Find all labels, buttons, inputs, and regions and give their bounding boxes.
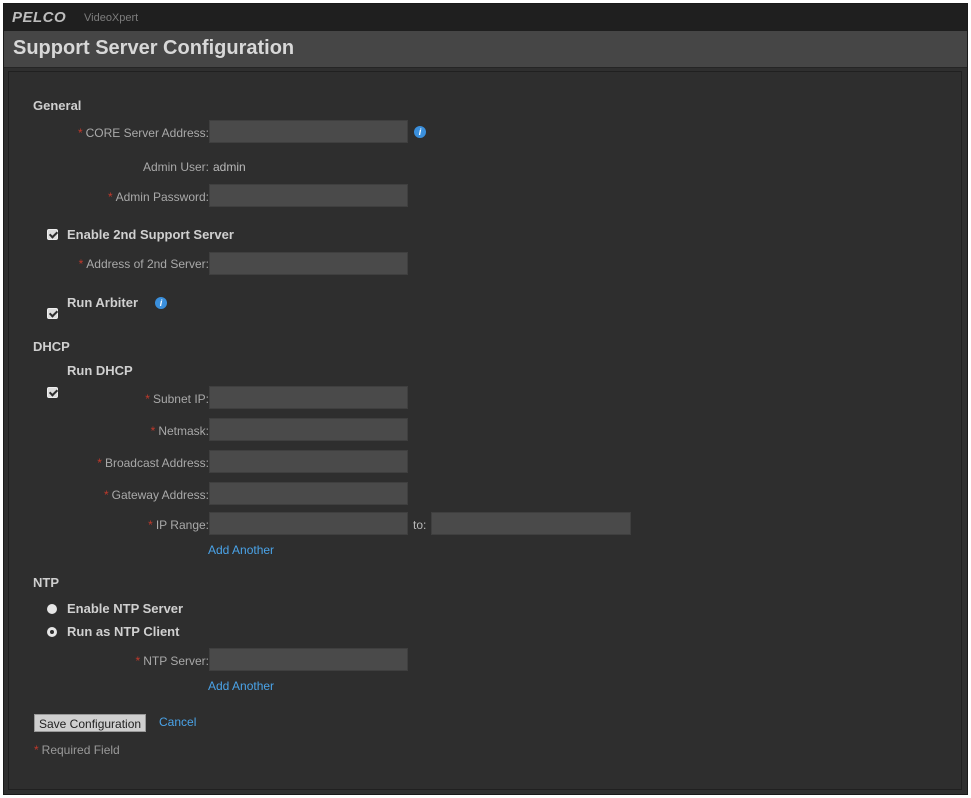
netmask-input[interactable] — [209, 418, 408, 441]
run-dhcp-label: Run DHCP — [67, 363, 133, 378]
subnet-ip-label: * Subnet IP: — [145, 392, 209, 406]
run-ntp-client-label: Run as NTP Client — [67, 624, 180, 639]
enable-ntp-server-label: Enable NTP Server — [67, 601, 184, 616]
enable-ntp-server-radio[interactable] — [47, 604, 57, 614]
top-bar: PELCO VideoXpert — [4, 4, 967, 31]
section-dhcp-heading: DHCP — [33, 339, 70, 354]
section-ntp-heading: NTP — [33, 575, 59, 590]
ip-range-label: * IP Range: — [148, 518, 209, 532]
required-field-note: * Required Field — [34, 743, 120, 757]
address-2nd-server-input[interactable] — [209, 252, 408, 275]
config-form: General * CORE Server Address: i Admin Us… — [8, 71, 962, 790]
gateway-address-label: * Gateway Address: — [103, 488, 209, 502]
ntp-server-label: * NTP Server: — [135, 654, 209, 668]
info-icon[interactable]: i — [155, 297, 167, 309]
info-icon[interactable]: i — [414, 126, 426, 138]
run-ntp-client-radio[interactable] — [47, 627, 57, 637]
admin-user-label: Admin User: — [142, 160, 209, 174]
ntp-server-input[interactable] — [209, 648, 408, 671]
subnet-ip-input[interactable] — [209, 386, 408, 409]
ip-range-start-input[interactable] — [209, 512, 408, 535]
netmask-label: * Netmask: — [150, 424, 209, 438]
core-server-address-input[interactable] — [209, 120, 408, 143]
run-arbiter-checkbox[interactable] — [47, 308, 58, 319]
enable-2nd-server-checkbox[interactable] — [47, 229, 58, 240]
admin-user-value: admin — [213, 160, 246, 174]
page-title: Support Server Configuration — [13, 37, 295, 59]
run-arbiter-label: Run Arbiter — [67, 295, 139, 310]
broadcast-address-label: * Broadcast Address: — [97, 456, 209, 470]
admin-password-label: * Admin Password: — [107, 190, 209, 204]
core-server-address-label: * CORE Server Address: — [77, 126, 209, 140]
ip-range-to-label: to: — [413, 518, 427, 532]
pelco-logo: PELCO — [12, 9, 67, 26]
ntp-add-another-link[interactable]: Add Another — [208, 679, 274, 693]
address-2nd-server-label: * Address of 2nd Server: — [78, 257, 209, 271]
app-window: PELCO VideoXpert Support Server Configur… — [3, 3, 968, 795]
ip-range-end-input[interactable] — [431, 512, 631, 535]
enable-2nd-server-label: Enable 2nd Support Server — [67, 227, 234, 242]
title-bar: Support Server Configuration — [4, 31, 967, 68]
admin-password-input[interactable] — [209, 184, 408, 207]
app-name: VideoXpert — [84, 12, 139, 24]
section-general-heading: General — [33, 98, 82, 113]
gateway-address-input[interactable] — [209, 482, 408, 505]
cancel-link[interactable]: Cancel — [159, 715, 196, 729]
broadcast-address-input[interactable] — [209, 450, 408, 473]
save-configuration-button[interactable]: Save Configuration — [34, 714, 147, 732]
dhcp-add-another-link[interactable]: Add Another — [208, 543, 274, 557]
